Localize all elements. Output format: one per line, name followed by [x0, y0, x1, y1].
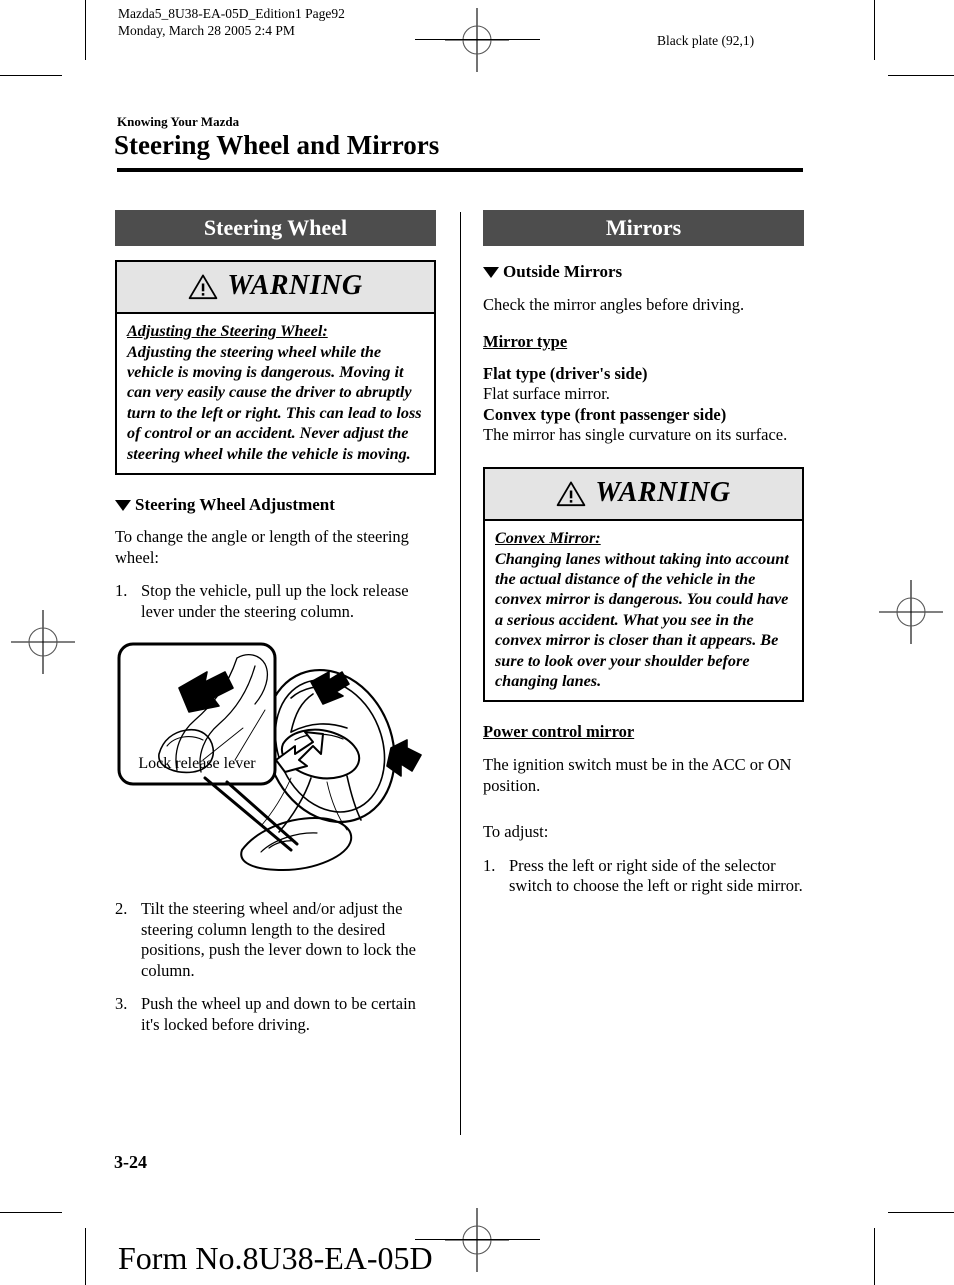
list-item: 1. Press the left or right side of the s…	[483, 856, 804, 897]
page-number: 3-24	[114, 1152, 147, 1172]
steps-list-before-figure: 1. Stop the vehicle, pull up the lock re…	[115, 581, 436, 622]
title-rule	[117, 168, 803, 172]
warning-body: Convex Mirror: Changing lanes without ta…	[485, 521, 802, 700]
manual-page: Mazda5_8U38-EA-05D_Edition1 Page92 Monda…	[0, 0, 954, 1285]
convex-type-description: The mirror has single curvature on its s…	[483, 424, 788, 444]
warning-body: Adjusting the Steering Wheel: Adjusting …	[117, 314, 434, 473]
steering-wheel-figure-svg: Lock release lever	[117, 642, 422, 872]
warning-title: Convex Mirror:	[495, 529, 601, 548]
subsection-steering-wheel-adjustment: Steering Wheel Adjustment	[115, 495, 436, 515]
step-number: 1.	[483, 855, 496, 875]
section-banner-steering-wheel: Steering Wheel	[115, 210, 436, 247]
step-number: 1.	[115, 581, 128, 601]
column-divider	[460, 212, 461, 1135]
list-item: 2. Tilt the steering wheel and/or adjust…	[115, 899, 436, 981]
warning-header: WARNING	[485, 469, 802, 522]
power-control-mirror-heading: Power control mirror	[483, 722, 635, 742]
warning-text: Changing lanes without taking into accou…	[495, 549, 789, 690]
warning-label: WARNING	[595, 477, 731, 509]
left-column: Steering Wheel WARNING Adjusting the Ste…	[115, 210, 436, 1035]
mirror-type-heading: Mirror type	[483, 332, 568, 352]
subsection-outside-mirrors: Outside Mirrors	[483, 262, 804, 282]
warning-triangle-icon	[557, 481, 586, 506]
flat-type-description: Flat surface mirror.	[483, 384, 610, 404]
subsection-label: Steering Wheel Adjustment	[135, 494, 335, 514]
step-text: Tilt the steering wheel and/or adjust th…	[141, 899, 416, 980]
breadcrumb: Knowing Your Mazda	[117, 114, 240, 129]
adjust-steps-list: 1. Press the left or right side of the s…	[483, 856, 804, 897]
steering-wheel-illustration: Lock release lever	[115, 636, 436, 883]
form-number: Form No.8U38-EA-05D	[118, 1240, 433, 1276]
warning-box-steering-wheel: WARNING Adjusting the Steering Wheel: Ad…	[115, 260, 436, 475]
page-title: Steering Wheel and Mirrors	[114, 130, 440, 160]
step-text: Push the wheel up and down to be certain…	[141, 994, 416, 1034]
step-text: Press the left or right side of the sele…	[509, 855, 803, 896]
flat-type-label: Flat type (driver's side)	[483, 364, 648, 384]
subsection-label: Outside Mirrors	[503, 262, 623, 282]
adjust-intro: To adjust:	[483, 822, 549, 842]
warning-header: WARNING	[117, 262, 434, 315]
warning-label: WARNING	[227, 270, 363, 302]
power-control-mirror-text: The ignition switch must be in the ACC o…	[483, 755, 792, 795]
warning-triangle-icon	[189, 274, 218, 299]
convex-type-label: Convex type (front passenger side)	[483, 404, 727, 424]
right-column: Mirrors Outside Mirrors Check the mirror…	[483, 210, 804, 897]
step-text: Stop the vehicle, pull up the lock relea…	[141, 581, 409, 621]
triangle-bullet-icon	[115, 499, 131, 511]
list-item: 3. Push the wheel up and down to be cert…	[115, 994, 436, 1035]
warning-text: Adjusting the steering wheel while the v…	[127, 342, 422, 463]
left-intro-paragraph: To change the angle or length of the ste…	[115, 527, 409, 567]
section-banner-mirrors: Mirrors	[483, 210, 804, 247]
document-body: Knowing Your Mazda Steering Wheel and Mi…	[0, 0, 954, 1285]
list-item: 1. Stop the vehicle, pull up the lock re…	[115, 581, 436, 622]
figure-caption: Lock release lever	[138, 755, 256, 772]
warning-box-convex-mirror: WARNING Convex Mirror: Changing lanes wi…	[483, 467, 804, 703]
step-number: 3.	[115, 994, 128, 1014]
warning-title: Adjusting the Steering Wheel:	[127, 322, 328, 341]
steps-list-after-figure: 2. Tilt the steering wheel and/or adjust…	[115, 899, 436, 1035]
step-number: 2.	[115, 899, 128, 919]
right-intro-paragraph: Check the mirror angles before driving.	[483, 294, 745, 314]
triangle-bullet-icon	[483, 267, 499, 279]
